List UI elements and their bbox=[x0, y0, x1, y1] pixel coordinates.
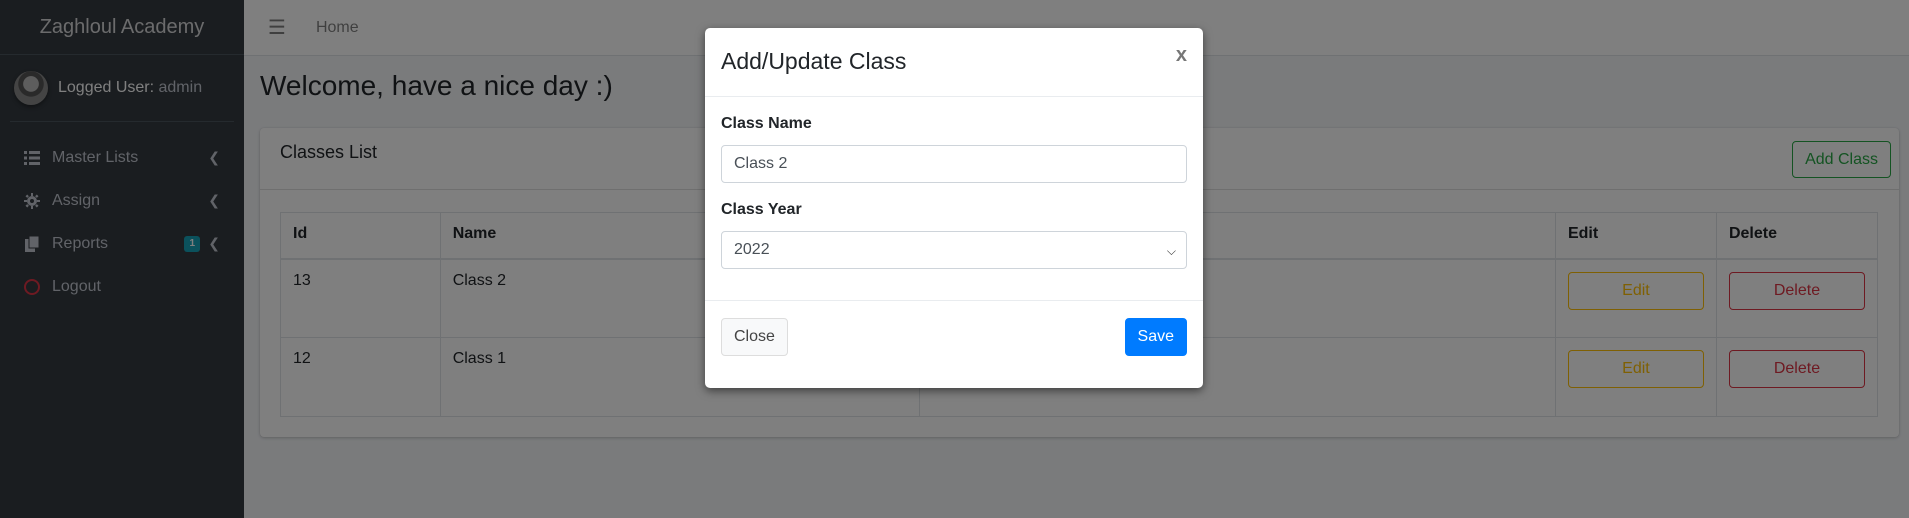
class-name-label: Class Name bbox=[721, 115, 812, 132]
save-button[interactable]: Save bbox=[1124, 318, 1187, 356]
add-update-class-modal: Add/Update Class x Class Name Class 2 Cl… bbox=[705, 28, 1203, 388]
class-year-selected: 2022 bbox=[734, 241, 770, 258]
modal-footer: Close Save bbox=[705, 301, 1203, 387]
chevron-down-icon: ⌵ bbox=[1166, 244, 1176, 258]
class-year-select[interactable]: 2022 ⌵ bbox=[721, 231, 1187, 269]
modal-header: Add/Update Class x bbox=[705, 28, 1203, 97]
modal-close-icon[interactable]: x bbox=[1176, 44, 1187, 67]
close-button[interactable]: Close bbox=[721, 318, 788, 356]
modal-body: Class Name Class 2 Class Year 2022 ⌵ bbox=[705, 97, 1203, 301]
modal-title: Add/Update Class bbox=[721, 48, 907, 74]
class-year-label: Class Year bbox=[721, 201, 802, 218]
class-name-input[interactable]: Class 2 bbox=[721, 145, 1187, 183]
